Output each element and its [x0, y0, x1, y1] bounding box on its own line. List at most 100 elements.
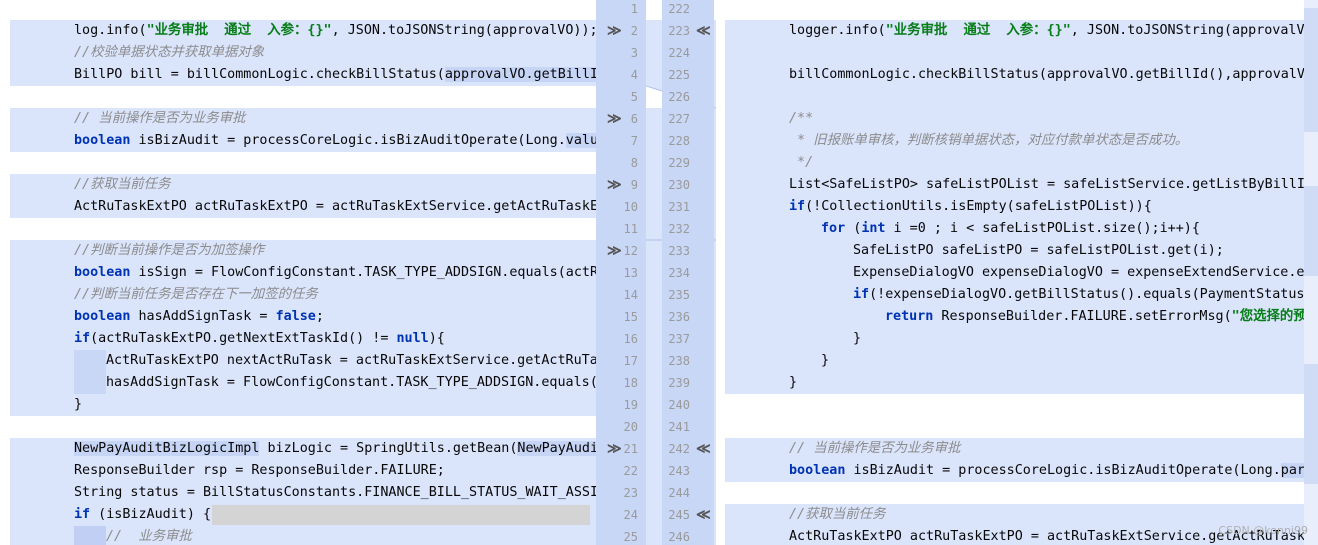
right-line-number: 242	[668, 442, 690, 456]
code-line[interactable]: boolean hasAddSignTask = false;	[74, 306, 324, 328]
right-line-number: 234	[668, 266, 690, 280]
apply-change-left-icon[interactable]: ≪	[696, 438, 711, 460]
code-line[interactable]: }	[789, 372, 797, 394]
code-line[interactable]: ExpenseDialogVO expenseDialogVO = expens…	[853, 262, 1304, 284]
left-line-number: 18	[623, 376, 638, 390]
diff-gutter: 1 2 3 4 5 6 7 8 9 10 11 12 13 14 15 16 17 18 19 20 21 22 23 24 2…	[596, 0, 720, 545]
right-line-number: 237	[668, 332, 690, 346]
code-line[interactable]: ResponseBuilder rsp = ResponseBuilder.FA…	[74, 460, 445, 482]
code-line[interactable]: String status = BillStatusConstants.FINA…	[74, 482, 596, 504]
code-line[interactable]: List<SafeListPO> safeListPOList = safeLi…	[789, 174, 1318, 196]
code-line[interactable]: NewPayAuditBizLogicImpl bizLogic = Sprin…	[74, 438, 596, 460]
left-editor-pane[interactable]: public ResponseBuilder pass(ApprovalVO a…	[0, 0, 596, 545]
left-line-number: 13	[623, 266, 638, 280]
right-line-number: 227	[668, 112, 690, 126]
left-line-number: 10	[623, 200, 638, 214]
code-comment[interactable]: // 业务审批	[106, 526, 192, 545]
right-line-number: 229	[668, 156, 690, 170]
code-line[interactable]: if(!expenseDialogVO.getBillStatus().equa…	[853, 284, 1304, 306]
right-line-number: 222	[668, 2, 690, 16]
right-line-number: 233	[668, 244, 690, 258]
right-line-number: 230	[668, 178, 690, 192]
code-comment[interactable]: // 当前操作是否为业务审批	[789, 438, 960, 460]
code-line[interactable]: ActRuTaskExtPO nextActRuTask = actRuTask…	[106, 350, 596, 372]
left-line-number: 8	[630, 156, 638, 170]
left-line-number: 3	[630, 46, 638, 60]
code-line[interactable]: }	[853, 328, 861, 350]
left-line-number: 16	[623, 332, 638, 346]
apply-change-right-icon[interactable]: ≫	[607, 174, 622, 196]
code-comment[interactable]: /**	[789, 108, 813, 130]
right-line-number: 239	[668, 376, 690, 390]
apply-change-right-icon[interactable]: ≫	[607, 438, 622, 460]
code-line[interactable]: return ResponseBuilder.FAILURE.setErrorM…	[885, 306, 1307, 328]
right-line-number: 241	[668, 420, 690, 434]
apply-change-right-icon[interactable]: ≫	[607, 108, 622, 130]
code-line[interactable]: public ResponseBuilder pass(ApprovalVO a…	[725, 0, 1318, 38]
code-line[interactable]: BillPO bill = billCommonLogic.checkBillS…	[74, 64, 596, 86]
code-comment[interactable]: //获取当前任务	[789, 504, 885, 526]
left-line-number: 19	[623, 398, 638, 412]
indent-guide	[74, 526, 106, 545]
code-line[interactable]: public ResponseBuilder pass(ApprovalVO a…	[10, 0, 596, 38]
right-line-number: 235	[668, 288, 690, 302]
apply-change-right-icon[interactable]: ≫	[607, 20, 622, 42]
code-comment[interactable]: //判断当前操作是否为加签操作	[74, 240, 264, 262]
code-line[interactable]: boolean isBizAudit = processCoreLogic.is…	[789, 460, 1305, 482]
right-line-number: 224	[668, 46, 690, 60]
right-line-number: 232	[668, 222, 690, 236]
scrollbar-mark	[1304, 186, 1318, 276]
code-line[interactable]: if(actRuTaskExtPO.getNextExtTaskId() != …	[74, 328, 445, 350]
code-line[interactable]: for (int i =0 ; i < safeListPOList.size(…	[821, 218, 1200, 240]
left-change-marker-bar	[0, 0, 10, 545]
left-line-number: 22	[623, 464, 638, 478]
left-line-number: 25	[623, 530, 638, 544]
code-line[interactable]: boolean isSign = FlowConfigConstant.TASK…	[74, 262, 596, 284]
code-line[interactable]: }	[821, 350, 829, 372]
right-line-number: 244	[668, 486, 690, 500]
left-line-number: 1	[630, 2, 638, 16]
left-line-number: 5	[630, 90, 638, 104]
code-line[interactable]: billCommonLogic.checkBillStatus(approval…	[789, 64, 1305, 86]
scrollbar-mark	[1304, 364, 1318, 484]
right-line-number: 245	[668, 508, 690, 522]
code-comment[interactable]: * 旧报账单审核，判断核销单据状态，对应付款单状态是否成功。	[789, 130, 1188, 152]
code-comment[interactable]: */	[789, 152, 813, 174]
right-line-number: 231	[668, 200, 690, 214]
apply-change-left-icon[interactable]: ≪	[696, 20, 711, 42]
right-line-number: 246	[668, 530, 690, 544]
watermark: CSDN @konni99	[1218, 524, 1308, 537]
code-line[interactable]: if(!CollectionUtils.isEmpty(safeListPOLi…	[789, 196, 1152, 218]
code-line[interactable]: hasAddSignTask = FlowConfigConstant.TASK…	[106, 372, 596, 394]
code-line[interactable]: SafeListPO safeListPO = safeListPOList.g…	[853, 240, 1224, 262]
apply-change-right-icon[interactable]: ≫	[607, 240, 622, 262]
code-comment[interactable]: // 当前操作是否为业务审批	[74, 108, 245, 130]
right-line-number: 240	[668, 398, 690, 412]
left-line-number: 11	[623, 222, 638, 236]
code-comment[interactable]: //判断当前任务是否存在下一加签的任务	[74, 284, 318, 306]
code-line[interactable]: logger.info("业务审批 通过 入参：{}", JSON.toJSON…	[789, 20, 1313, 42]
left-line-number: 17	[623, 354, 638, 368]
code-line[interactable]: if (isBizAudit) {	[74, 504, 211, 526]
right-line-number: 225	[668, 68, 690, 82]
code-line[interactable]: }	[74, 394, 82, 416]
right-line-number: 226	[668, 90, 690, 104]
left-line-number: 7	[630, 134, 638, 148]
code-line[interactable]: ActRuTaskExtPO actRuTaskExtPO = actRuTas…	[74, 196, 596, 218]
right-line-number: 243	[668, 464, 690, 478]
right-line-number: 223	[668, 24, 690, 38]
code-line[interactable]: log.info("业务审批 通过 入参：{}", JSON.toJSONStr…	[74, 20, 596, 42]
code-comment[interactable]: //校验单据状态并获取单据对象	[74, 42, 264, 64]
right-line-number: 228	[668, 134, 690, 148]
left-line-number: 23	[623, 486, 638, 500]
changed-region	[212, 505, 590, 525]
indent-guide	[74, 350, 106, 394]
scrollbar-thumb[interactable]	[1304, 8, 1318, 132]
right-line-number: 238	[668, 354, 690, 368]
apply-change-left-icon[interactable]: ≪	[696, 504, 711, 526]
code-line[interactable]: boolean isBizAudit = processCoreLogic.is…	[74, 130, 596, 152]
code-comment[interactable]: //获取当前任务	[74, 174, 170, 196]
right-editor-pane[interactable]: public ResponseBuilder pass(ApprovalVO a…	[720, 0, 1318, 545]
right-line-number: 236	[668, 310, 690, 324]
left-line-number: 15	[623, 310, 638, 324]
